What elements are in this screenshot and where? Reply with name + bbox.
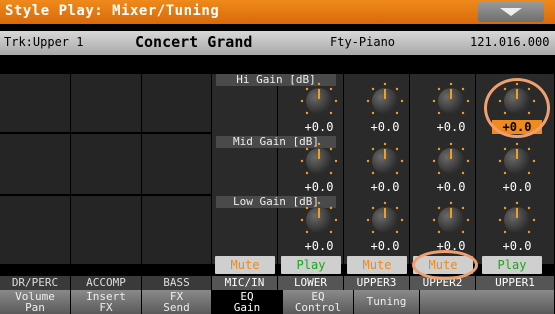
mid-gain-value-upper2: +0.0 bbox=[436, 180, 466, 194]
mid-gain-knob-lower[interactable]: +0.0 bbox=[286, 140, 352, 198]
tab-eq-control[interactable]: EQ Control bbox=[283, 290, 354, 314]
tab-fx-send[interactable]: FX Send bbox=[142, 290, 212, 314]
channel-accomp[interactable]: ACCOMP bbox=[71, 276, 142, 290]
knob-icon bbox=[366, 142, 404, 175]
low-gain-knob-upper1[interactable]: +0.0 bbox=[484, 199, 550, 257]
mute-button-micin[interactable]: Mute bbox=[215, 256, 275, 274]
sound-bank: Fty-Piano bbox=[330, 35, 396, 49]
knob-icon bbox=[432, 142, 470, 175]
page-tabs: Volume Pan Insert FX FX Send EQ Gain EQ Contr… bbox=[0, 290, 555, 314]
channel-column-drperc bbox=[0, 74, 71, 264]
play-button-lower[interactable]: Play bbox=[281, 256, 341, 274]
knob-icon bbox=[366, 82, 404, 115]
low-gain-value-upper3: +0.0 bbox=[370, 239, 400, 253]
low-gain-knob-upper3[interactable]: +0.0 bbox=[352, 199, 418, 257]
knob-icon bbox=[366, 201, 404, 234]
channel-upper3[interactable]: UPPER3 bbox=[344, 276, 410, 290]
hi-gain-value-upper1: +0.0 bbox=[492, 120, 542, 134]
mid-gain-knob-upper3[interactable]: +0.0 bbox=[352, 140, 418, 198]
knob-icon bbox=[300, 82, 338, 115]
knob-icon bbox=[498, 82, 536, 115]
low-gain-value-lower: +0.0 bbox=[304, 239, 334, 253]
play-button-upper1[interactable]: Play bbox=[482, 256, 542, 274]
channel-column-bass bbox=[142, 74, 212, 264]
tab-tuning[interactable]: Tuning bbox=[354, 290, 420, 314]
mid-gain-value-upper1: +0.0 bbox=[502, 180, 532, 194]
hi-gain-knob-lower[interactable]: +0.0 bbox=[286, 80, 352, 138]
hi-gain-knob-upper1[interactable]: +0.0 bbox=[484, 80, 550, 138]
channel-names-row: DR/PERC ACCOMP BASS MIC/IN LOWER UPPER3 … bbox=[0, 276, 555, 290]
mid-gain-knob-upper1[interactable]: +0.0 bbox=[484, 140, 550, 198]
chevron-down-icon bbox=[500, 8, 522, 16]
low-gain-value-upper1: +0.0 bbox=[502, 239, 532, 253]
sound-number: 121.016.000 bbox=[470, 35, 550, 49]
hi-gain-knob-upper3[interactable]: +0.0 bbox=[352, 80, 418, 138]
knob-icon bbox=[498, 142, 536, 175]
channel-micin[interactable]: MIC/IN bbox=[212, 276, 278, 290]
page-title: Style Play: Mixer/Tuning bbox=[5, 3, 220, 19]
hi-gain-knob-upper2[interactable]: +0.0 bbox=[418, 80, 484, 138]
page-menu-button[interactable] bbox=[478, 2, 544, 22]
mute-button-upper3[interactable]: Mute bbox=[347, 256, 407, 274]
sound-name[interactable]: Concert Grand bbox=[135, 33, 252, 51]
tab-volume-pan[interactable]: Volume Pan bbox=[0, 290, 71, 314]
tab-empty bbox=[420, 290, 555, 314]
track-info-bar: Trk:Upper 1 Concert Grand Fty-Piano 121.… bbox=[0, 24, 555, 62]
title-bar: Style Play: Mixer/Tuning bbox=[0, 0, 555, 24]
track-label: Trk:Upper 1 bbox=[4, 35, 84, 49]
mute-button-upper2[interactable]: Mute bbox=[413, 256, 473, 274]
tab-eq-gain[interactable]: EQ Gain bbox=[212, 290, 283, 314]
mid-gain-value-lower: +0.0 bbox=[304, 180, 334, 194]
knob-icon bbox=[300, 142, 338, 175]
hi-gain-value-lower: +0.0 bbox=[304, 120, 334, 134]
mid-gain-knob-upper2[interactable]: +0.0 bbox=[418, 140, 484, 198]
knob-icon bbox=[432, 82, 470, 115]
channel-upper1[interactable]: UPPER1 bbox=[476, 276, 555, 290]
channel-lower[interactable]: LOWER bbox=[278, 276, 344, 290]
low-gain-knob-lower[interactable]: +0.0 bbox=[286, 199, 352, 257]
tab-insert-fx[interactable]: Insert FX bbox=[71, 290, 142, 314]
channel-drperc[interactable]: DR/PERC bbox=[0, 276, 71, 290]
hi-gain-value-upper2: +0.0 bbox=[436, 120, 466, 134]
channel-column-accomp bbox=[71, 74, 142, 264]
knob-icon bbox=[432, 201, 470, 234]
hi-gain-value-upper3: +0.0 bbox=[370, 120, 400, 134]
knob-icon bbox=[498, 201, 536, 234]
channel-upper2[interactable]: UPPER2 bbox=[410, 276, 476, 290]
channel-bass[interactable]: BASS bbox=[142, 276, 212, 290]
channel-column-micin bbox=[212, 74, 278, 264]
knob-icon bbox=[300, 201, 338, 234]
mid-gain-value-upper3: +0.0 bbox=[370, 180, 400, 194]
low-gain-value-upper2: +0.0 bbox=[436, 239, 466, 253]
low-gain-knob-upper2[interactable]: +0.0 bbox=[418, 199, 484, 257]
